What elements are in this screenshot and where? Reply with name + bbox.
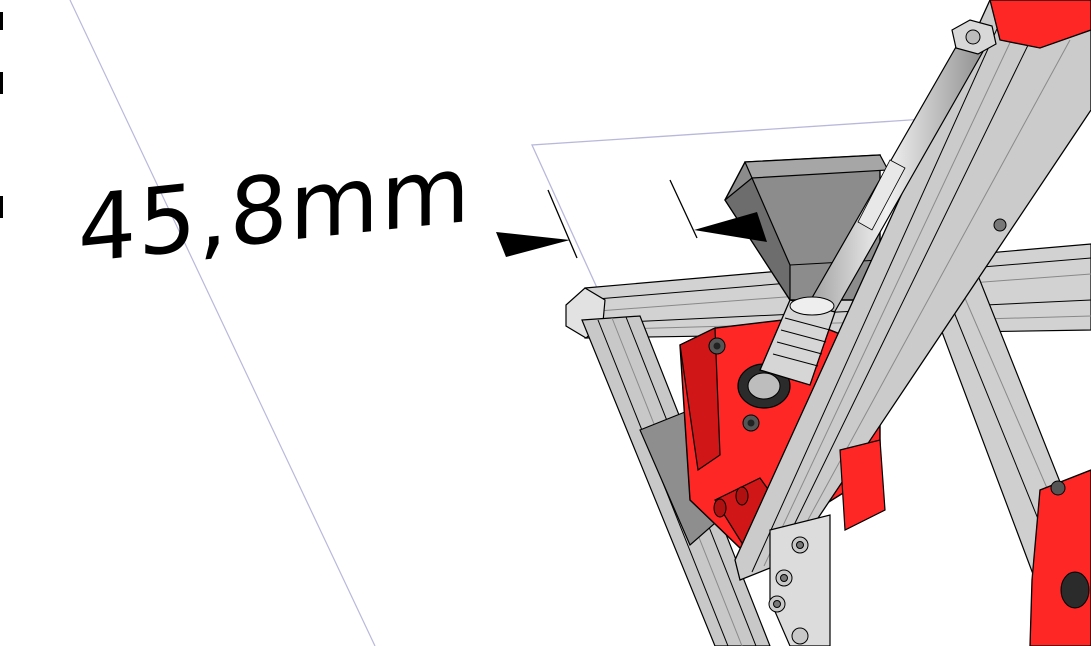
cad-drawing: 45,8mm [69,0,1091,646]
dimension-arrowhead-left [496,232,570,257]
red-spacer-block [839,439,886,531]
extension-line-right [669,179,698,239]
dimension-value: 45,8mm [78,134,472,284]
cad-viewport[interactable]: 45,8mm [0,0,1091,646]
construction-line [69,0,376,646]
dimension-arrowhead-right [694,212,767,242]
bottom-red-bracket [1029,469,1091,646]
dimension-annotation: 45,8mm [78,134,767,284]
mount-screw [993,218,1007,232]
corner-gusset [768,514,831,646]
extension-line-left [547,189,578,259]
